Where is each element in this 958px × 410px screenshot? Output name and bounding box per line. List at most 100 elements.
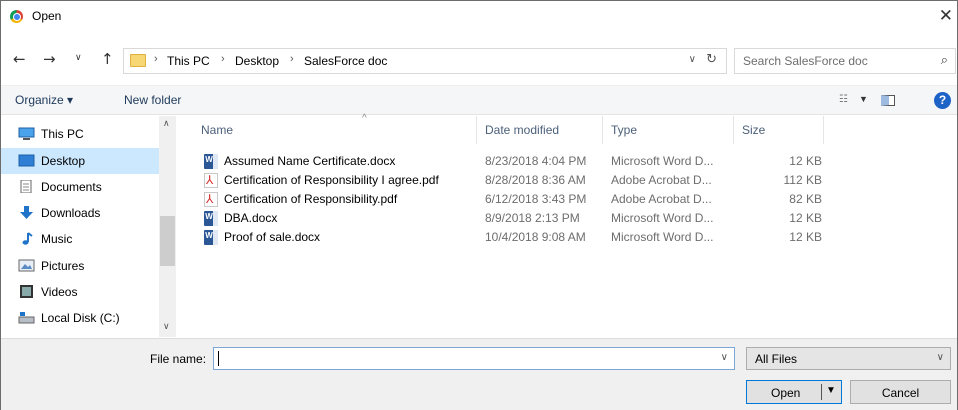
recent-chevron-icon[interactable]: ∨ (75, 53, 82, 63)
nav-scrollbar[interactable]: ∧ ∨ (159, 116, 176, 337)
file-date: 10/4/2018 9:08 AM (485, 230, 586, 244)
file-type: Adobe Acrobat D... (611, 192, 712, 206)
refresh-icon[interactable]: ↻ (706, 52, 717, 67)
file-list: Name ^ Date modified Type Size Assumed N… (179, 113, 958, 337)
nav-label: Documents (41, 180, 102, 194)
scroll-down-icon[interactable]: ∨ (163, 321, 170, 332)
pc-icon (18, 127, 35, 140)
file-name: Certification of Responsibility.pdf (224, 192, 398, 206)
pictures-icon (18, 259, 35, 272)
desktop-icon (18, 154, 35, 167)
column-date-label: Date modified (485, 123, 560, 137)
file-row[interactable]: Proof of sale.docx 10/4/2018 9:08 AM Mic… (179, 228, 958, 247)
file-type: Adobe Acrobat D... (611, 173, 712, 187)
file-name: Certification of Responsibility I agree.… (224, 173, 439, 187)
column-name-label: Name (201, 123, 234, 137)
nav-label: Videos (41, 285, 78, 299)
open-button[interactable]: Open ▼ (746, 380, 842, 404)
breadcrumb-this-pc[interactable]: This PC (167, 54, 210, 68)
nav-item-documents[interactable]: Documents (1, 174, 159, 200)
up-arrow-icon[interactable]: ↑ (101, 50, 114, 68)
word-icon (204, 211, 218, 226)
open-options-dropdown-icon[interactable]: ▼ (826, 385, 836, 396)
chrome-icon (10, 10, 23, 23)
file-row[interactable]: Assumed Name Certificate.docx 8/23/2018 … (179, 152, 958, 171)
column-header-date[interactable]: Date modified (477, 116, 603, 144)
nav-item-local-disk[interactable]: Local Disk (C:) (1, 305, 159, 331)
column-header-type[interactable]: Type (603, 116, 734, 144)
file-name: DBA.docx (224, 211, 278, 225)
file-row[interactable]: Certification of Responsibility.pdf 6/12… (179, 190, 958, 209)
videos-icon (20, 285, 33, 298)
nav-item-videos[interactable]: Videos (1, 279, 159, 305)
address-bar[interactable]: › This PC › Desktop › SalesForce doc ∨ ↻ (123, 48, 727, 74)
word-icon (204, 154, 218, 169)
disk-icon (18, 312, 35, 324)
nav-item-pictures[interactable]: Pictures (1, 253, 159, 279)
nav-item-downloads[interactable]: Downloads (1, 200, 159, 226)
cancel-button[interactable]: Cancel (850, 380, 951, 404)
word-icon (204, 230, 218, 245)
back-arrow-icon[interactable]: ← (13, 50, 26, 68)
file-name-dropdown-icon[interactable]: ∨ (721, 352, 728, 363)
window-title: Open (32, 9, 62, 23)
file-size: 12 KB (789, 230, 822, 244)
nav-label: Desktop (41, 154, 86, 168)
file-type-filter[interactable]: All Files ∨ (746, 347, 951, 370)
open-dialog: Open ✕ ← → ∨ ↑ › This PC › Desktop › Sal… (0, 0, 958, 410)
filter-dropdown-icon[interactable]: ∨ (937, 352, 944, 363)
file-size: 82 KB (789, 192, 822, 206)
split-divider (821, 384, 822, 400)
column-header-size[interactable]: Size (734, 116, 824, 144)
breadcrumb-separator-icon: › (290, 53, 294, 65)
file-type: Microsoft Word D... (611, 211, 714, 225)
preview-pane-icon[interactable] (881, 95, 895, 106)
nav-item-desktop[interactable]: Desktop (1, 148, 159, 174)
title-bar: Open ✕ (1, 1, 957, 31)
nav-label: Downloads (41, 206, 101, 220)
file-type: Microsoft Word D... (611, 230, 714, 244)
help-icon[interactable]: ? (934, 92, 951, 109)
scrollbar-thumb[interactable] (160, 216, 175, 266)
navigation-pane: This PC Desktop Documents Downloads Musi… (1, 116, 178, 337)
column-header-name[interactable]: Name (193, 116, 477, 144)
nav-label: Pictures (41, 259, 85, 273)
pdf-icon (204, 173, 218, 188)
breadcrumb-desktop[interactable]: Desktop (235, 54, 279, 68)
breadcrumb-separator-icon: › (154, 53, 158, 65)
nav-item-music[interactable]: Music (1, 226, 159, 252)
file-name-input[interactable]: ∨ (213, 347, 735, 370)
text-caret (218, 351, 219, 366)
file-row[interactable]: Certification of Responsibility I agree.… (179, 171, 958, 190)
new-folder-button[interactable]: New folder (124, 93, 181, 107)
nav-label: Local Disk (C:) (41, 311, 120, 325)
column-size-label: Size (742, 123, 766, 137)
nav-item-this-pc[interactable]: This PC (1, 121, 159, 147)
file-date: 8/23/2018 4:04 PM (485, 154, 587, 168)
organize-button[interactable]: Organize ▾ (15, 93, 73, 107)
search-icon[interactable]: ⌕ (941, 53, 948, 68)
breadcrumb-separator-icon: › (221, 53, 225, 65)
footer-panel: File name: ∨ All Files ∨ Open ▼ Cancel (1, 338, 957, 410)
view-dropdown-icon[interactable]: ▼ (859, 94, 868, 104)
open-button-label: Open (771, 386, 801, 400)
sort-ascending-icon: ^ (362, 113, 367, 124)
command-bar: Organize ▾ New folder ☷ ▼ ? (1, 85, 957, 115)
nav-label: This PC (41, 127, 84, 141)
search-box[interactable]: Search SalesForce doc ⌕ (734, 48, 956, 74)
navigation-row: ← → ∨ ↑ › This PC › Desktop › SalesForce… (1, 46, 957, 76)
folder-icon (130, 54, 146, 67)
breadcrumb-salesforce-doc[interactable]: SalesForce doc (304, 54, 387, 68)
cancel-button-label: Cancel (881, 386, 920, 400)
close-icon[interactable]: ✕ (939, 6, 953, 26)
file-name: Assumed Name Certificate.docx (224, 154, 396, 168)
file-date: 8/9/2018 2:13 PM (485, 211, 580, 225)
file-size: 12 KB (789, 154, 822, 168)
view-options-icon[interactable]: ☷ (839, 94, 848, 105)
file-row[interactable]: DBA.docx 8/9/2018 2:13 PM Microsoft Word… (179, 209, 958, 228)
scroll-up-icon[interactable]: ∧ (163, 118, 170, 129)
forward-arrow-icon[interactable]: → (43, 50, 56, 68)
address-dropdown-icon[interactable]: ∨ (689, 54, 696, 65)
column-type-label: Type (611, 123, 638, 137)
music-icon (22, 232, 33, 245)
